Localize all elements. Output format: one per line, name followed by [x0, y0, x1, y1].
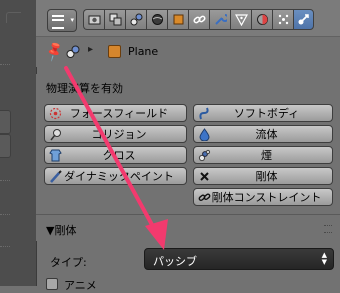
tab-constraints[interactable]: [188, 9, 209, 30]
viewport-tick: [6, 12, 21, 23]
scene-icon: [130, 13, 142, 26]
button-label: 煙: [261, 149, 272, 162]
button-label: 流体: [255, 128, 278, 141]
breadcrumb: 📌 ▸ Plane: [36, 37, 340, 67]
tab-data[interactable]: [230, 9, 251, 30]
pin-icon[interactable]: 📌: [43, 41, 66, 64]
panel-title: 物理演算を有効: [46, 82, 123, 95]
editor-type-icon: [52, 15, 64, 29]
viewport-mini-button[interactable]: [0, 110, 11, 134]
constraints-icon: [192, 15, 206, 24]
tab-object[interactable]: [167, 9, 188, 30]
tab-render[interactable]: [83, 9, 104, 30]
divider-dots: [0, 214, 10, 216]
data-icon: [234, 14, 248, 26]
modifiers-icon: [214, 14, 227, 25]
particles-icon: [278, 14, 288, 25]
collision-button[interactable]: コリジョン: [44, 125, 187, 143]
cloth-button[interactable]: クロス: [44, 146, 187, 164]
collision-icon: [48, 127, 62, 141]
animated-label: アニメ: [64, 279, 97, 292]
fluid-icon: [197, 127, 211, 141]
button-label: クロス: [102, 149, 136, 162]
tab-physics[interactable]: [293, 9, 314, 30]
rigid-body-panel-title: ▼剛体: [46, 222, 76, 238]
cloth-icon: [48, 148, 62, 162]
soft-body-icon: [197, 106, 211, 120]
panel-drag-grip[interactable]: [324, 225, 332, 233]
render-layers-icon: [109, 13, 121, 26]
button-label: ダイナミックペイント: [64, 170, 174, 183]
force-field-button[interactable]: フォースフィールド: [44, 104, 187, 122]
world-icon: [151, 14, 163, 25]
object-name: Plane: [128, 45, 159, 58]
button-label: コリジョン: [91, 128, 147, 141]
rigid-body-title-text: 剛体: [54, 224, 77, 237]
physics-panel: 物理演算を有効 フォースフィールド コリジョン クロス ダイナミックペイント ソ…: [36, 74, 340, 214]
divider-dots: [0, 246, 10, 248]
button-label: フォースフィールド: [69, 107, 169, 120]
soft-body-button[interactable]: ソフトボディ: [193, 104, 333, 122]
tab-world[interactable]: [146, 9, 167, 30]
editor-type-menu[interactable]: ▾: [47, 9, 77, 32]
object-icon: [108, 45, 121, 58]
button-label: 剛体: [255, 170, 278, 183]
type-select-value: パッシブ: [153, 255, 197, 268]
physics-icon: [298, 14, 309, 25]
rigid-body-panel-header[interactable]: ▼剛体: [36, 215, 340, 241]
tab-modifiers[interactable]: [209, 9, 230, 30]
properties-header: ▾: [36, 0, 340, 37]
smoke-icon: [197, 148, 211, 162]
animated-checkbox[interactable]: [46, 278, 58, 290]
button-label: ソフトボディ: [233, 107, 300, 120]
tab-particles[interactable]: [272, 9, 293, 30]
rigid-body-button[interactable]: 剛体: [193, 167, 333, 185]
material-icon: [256, 14, 268, 25]
scene-icon: [66, 45, 80, 58]
context-tabs: [83, 9, 314, 30]
rigid-body-type-select[interactable]: パッシブ ▲ ▼: [144, 248, 334, 270]
object-icon: [173, 14, 183, 25]
button-label: 剛体コンストレイント: [211, 191, 322, 204]
render-icon: [88, 15, 100, 25]
force-field-icon: [48, 106, 62, 120]
tab-material[interactable]: [251, 9, 272, 30]
divider-dots: [0, 180, 10, 182]
breadcrumb-separator: ▸: [88, 44, 94, 55]
type-label: タイプ:: [50, 256, 87, 269]
chevron-down-icon: ▾: [70, 16, 74, 24]
viewport-edge-strip: [0, 0, 37, 286]
link-icon: [197, 190, 211, 204]
fluid-button[interactable]: 流体: [193, 125, 333, 143]
rigid-body-constraint-button[interactable]: 剛体コンストレイント: [193, 188, 333, 206]
close-icon: [197, 169, 211, 183]
viewport-mini-button[interactable]: [0, 134, 11, 158]
dynamic-paint-button[interactable]: ダイナミックペイント: [44, 167, 187, 185]
dynamic-paint-icon: [48, 169, 62, 183]
tab-scene[interactable]: [125, 9, 146, 30]
tab-render-layers[interactable]: [104, 9, 125, 30]
smoke-button[interactable]: 煙: [193, 146, 333, 164]
updown-arrows-icon: ▲ ▼: [321, 251, 327, 266]
divider-dots: [0, 64, 10, 66]
